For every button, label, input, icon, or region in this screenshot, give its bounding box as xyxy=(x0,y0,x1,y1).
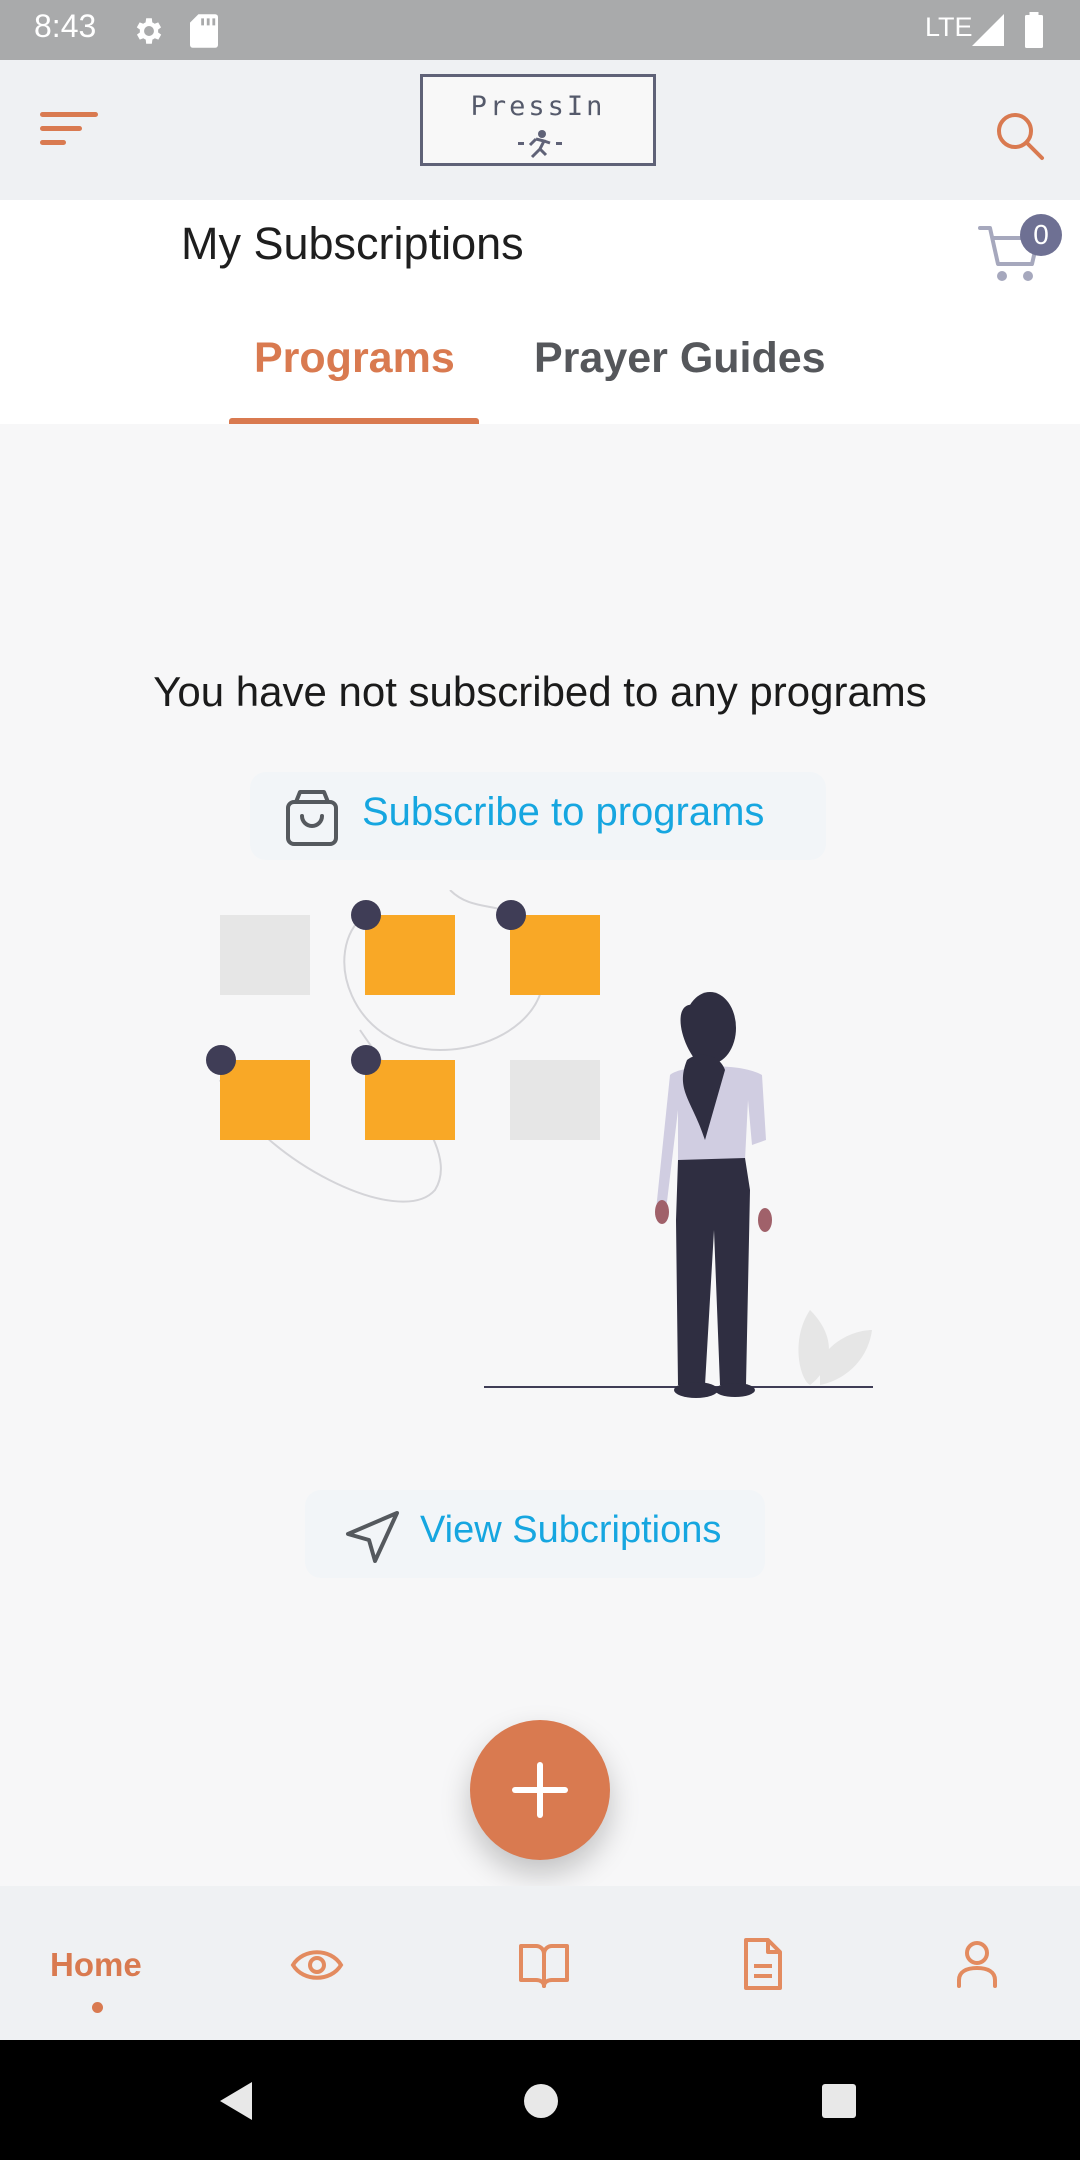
profile-icon[interactable] xyxy=(956,1940,998,1988)
search-icon[interactable] xyxy=(994,110,1046,162)
empty-state-illustration xyxy=(206,890,873,1398)
signal-icon xyxy=(972,14,1004,46)
plus-icon xyxy=(512,1762,568,1818)
shopping-bag-icon xyxy=(286,790,338,846)
nav-home[interactable]: Home xyxy=(40,1926,160,2026)
subscribe-to-programs-button[interactable]: Subscribe to programs xyxy=(250,772,826,860)
status-bar: 8:43 LTE xyxy=(0,0,1080,60)
sd-card-icon xyxy=(190,14,218,48)
active-tab-indicator xyxy=(229,418,479,424)
view-subscriptions-label: View Subcriptions xyxy=(420,1509,722,1551)
subscriptions-header: My Subscriptions 0 Programs Prayer Guide… xyxy=(0,200,1080,424)
gear-icon xyxy=(136,18,162,44)
app-bar: PressIn xyxy=(0,60,1080,200)
runner-logo-icon xyxy=(518,130,562,159)
book-icon[interactable] xyxy=(518,1942,570,1988)
empty-state-message: You have not subscribed to any programs xyxy=(153,668,927,715)
cart-count-badge: 0 xyxy=(1020,214,1062,256)
home-circle-icon[interactable] xyxy=(522,2082,560,2120)
tab-programs[interactable]: Programs xyxy=(254,334,455,383)
nav-home-label: Home xyxy=(50,1946,142,1983)
add-fab-button[interactable] xyxy=(470,1720,610,1860)
document-icon[interactable] xyxy=(742,1938,782,1990)
battery-icon xyxy=(1025,12,1043,48)
recents-icon[interactable] xyxy=(820,2082,858,2120)
app-logo[interactable]: PressIn xyxy=(420,74,656,166)
menu-icon[interactable] xyxy=(40,110,100,150)
view-subscriptions-button[interactable]: View Subcriptions xyxy=(305,1490,765,1578)
eye-icon[interactable] xyxy=(290,1942,344,1988)
network-type: LTE xyxy=(925,12,973,42)
bottom-navigation: Home xyxy=(0,1886,1080,2040)
nav-active-dot xyxy=(92,2002,103,2013)
logo-text: PressIn xyxy=(470,91,606,122)
tab-prayer-guides[interactable]: Prayer Guides xyxy=(534,334,826,383)
page-title: My Subscriptions xyxy=(181,218,524,269)
status-time: 8:43 xyxy=(34,8,97,44)
back-icon[interactable] xyxy=(218,2080,254,2122)
subscribe-button-label: Subscribe to programs xyxy=(362,790,765,834)
navigation-arrow-icon xyxy=(346,1511,399,1563)
system-navigation-bar xyxy=(0,2040,1080,2160)
